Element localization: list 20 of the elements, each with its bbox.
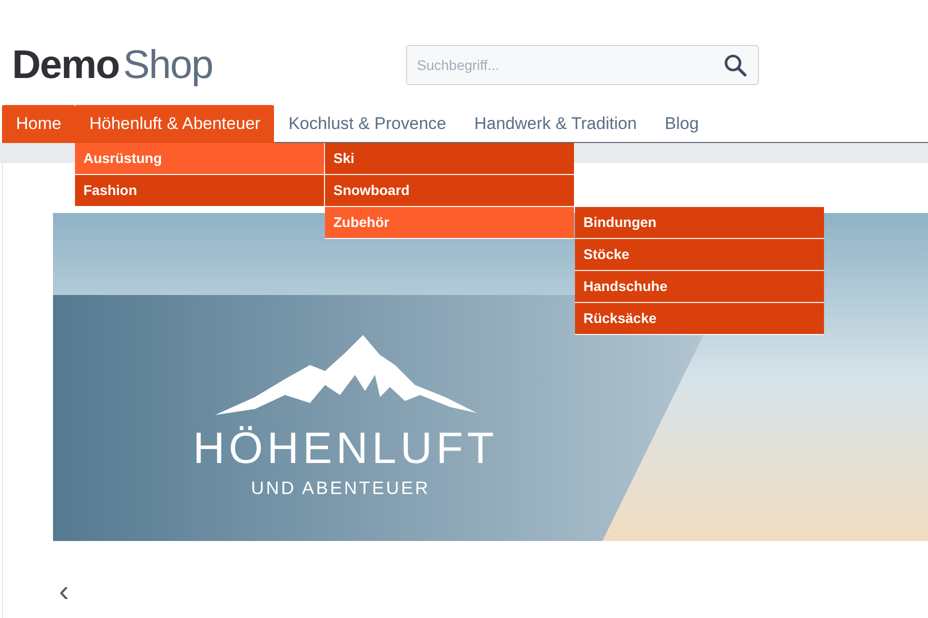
nav-tab[interactable]: Blog [650,105,713,143]
previous-button[interactable]: ‹ [59,577,69,607]
nav-tab[interactable]: Handwerk & Tradition [460,105,651,143]
menu-item[interactable]: Bindungen [575,207,824,238]
nav-tab[interactable]: Kochlust & Provence [274,105,460,143]
banner-title: HÖHENLUFT [193,427,498,471]
menu-item[interactable]: Rücksäcke [575,303,824,334]
menu-item[interactable]: Snowboard [325,175,574,206]
menu-item[interactable]: Zubehör [325,207,574,238]
menu-item[interactable]: Handschuhe [575,271,824,302]
menu-item[interactable]: Ausrüstung [75,143,324,174]
menu-item[interactable]: Fashion [75,175,324,206]
nav-tab[interactable]: Höhenluft & Abenteuer [75,105,274,143]
menu-item[interactable]: Stöcke [575,239,824,270]
logo[interactable]: DemoShop [12,45,406,85]
search-field[interactable]: Suchbegriff... [406,45,759,85]
menu-item[interactable]: Ski [325,143,574,174]
nav-tab[interactable]: Home [2,105,76,143]
banner-subtitle: UND ABENTEUER [251,479,430,497]
search-icon[interactable] [723,53,747,77]
